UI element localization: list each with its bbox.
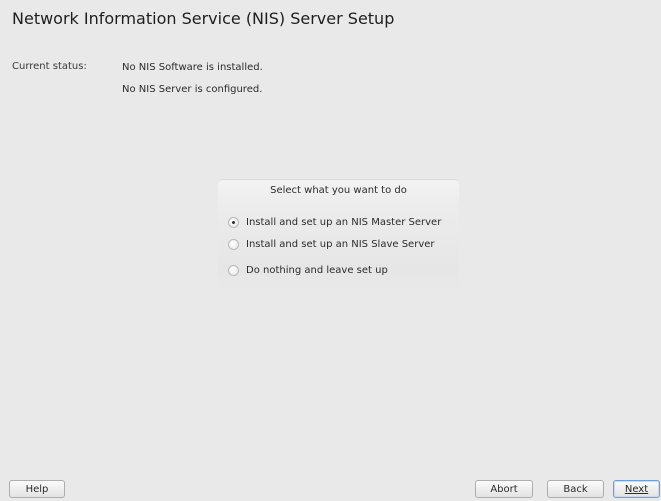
help-button-label: Help — [25, 483, 49, 495]
action-radio-group: Select what you want to do Install and s… — [218, 179, 459, 291]
radio-slave-server[interactable] — [228, 238, 239, 250]
page-title: Network Information Service (NIS) Server… — [12, 9, 395, 28]
abort-button-label: Abort — [490, 483, 518, 495]
option-slave-server[interactable]: Install and set up an NIS Slave Server — [228, 236, 435, 252]
option-master-server-label[interactable]: Install and set up an NIS Master Server — [246, 217, 441, 228]
current-status-label: Current status: — [12, 61, 87, 72]
next-button[interactable]: Next — [613, 480, 660, 498]
next-button-label: Next — [624, 483, 649, 495]
status-software-text: No NIS Software is installed. — [122, 62, 263, 73]
option-do-nothing-label[interactable]: Do nothing and leave set up — [246, 265, 388, 276]
radio-group-title: Select what you want to do — [270, 185, 407, 196]
status-server-text: No NIS Server is configured. — [122, 84, 263, 95]
back-button[interactable]: Back — [547, 480, 604, 498]
back-button-label: Back — [563, 483, 588, 495]
option-master-server[interactable]: Install and set up an NIS Master Server — [228, 214, 441, 230]
help-button[interactable]: Help — [9, 480, 65, 498]
option-do-nothing[interactable]: Do nothing and leave set up — [228, 262, 388, 278]
radio-master-server[interactable] — [228, 216, 239, 228]
radio-do-nothing[interactable] — [228, 264, 239, 276]
abort-button[interactable]: Abort — [475, 480, 533, 498]
option-slave-server-label[interactable]: Install and set up an NIS Slave Server — [246, 239, 435, 250]
